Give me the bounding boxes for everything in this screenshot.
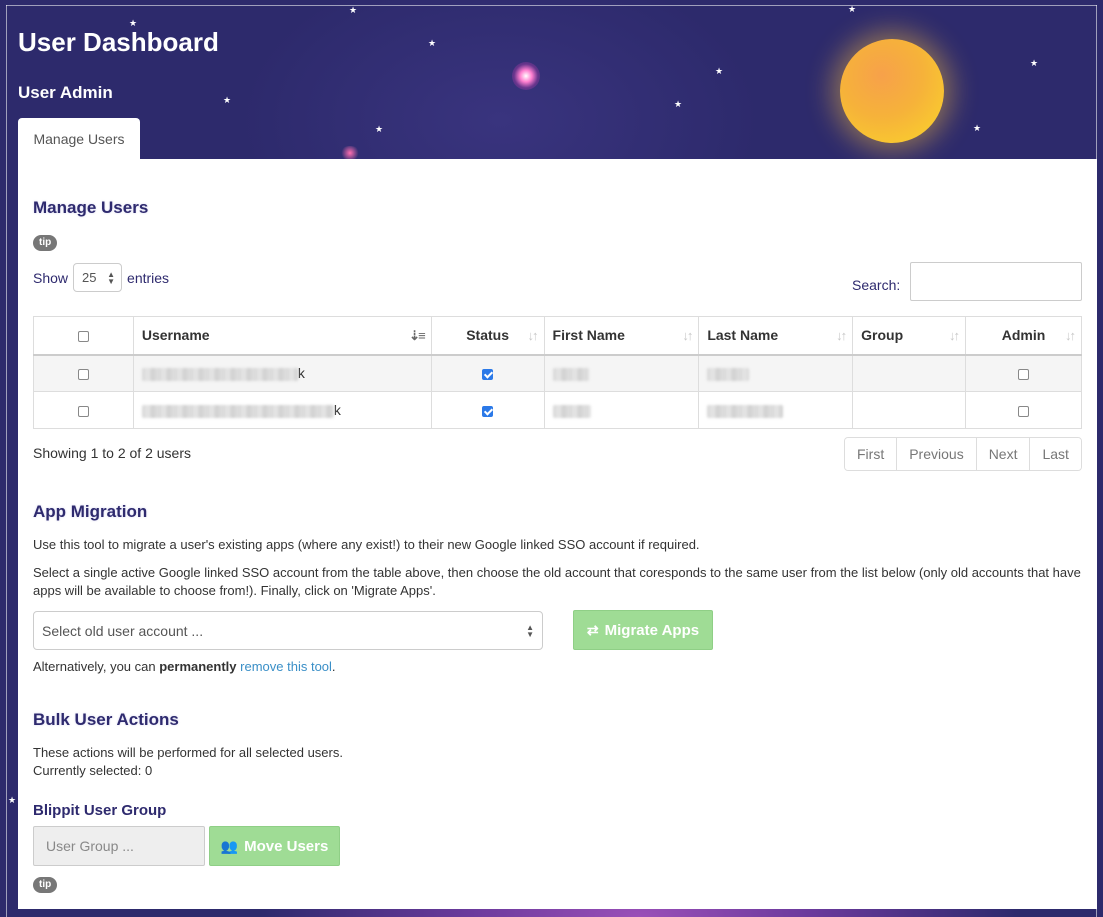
table-row[interactable]: k: [33, 391, 1082, 429]
manage-users-heading: Manage Users: [33, 198, 149, 217]
select-all-header: [33, 316, 134, 356]
column-header-status[interactable]: Status ↓↑: [430, 316, 545, 356]
app-migration-heading: App Migration: [33, 502, 148, 521]
redacted-text: [707, 368, 750, 382]
last-name-cell: [698, 354, 854, 392]
search-label: Search:: [852, 277, 901, 293]
pager-previous[interactable]: Previous: [897, 438, 977, 470]
tip-badge[interactable]: tip: [33, 877, 58, 893]
updown-arrows-icon: ▲ ▼: [107, 269, 116, 286]
star-icon: ★: [375, 124, 384, 134]
show-entries-control: Show 25 ▲ ▼ entries: [33, 263, 169, 292]
column-header-group[interactable]: Group ↓↑: [852, 316, 967, 356]
admin-checkbox[interactable]: [1018, 369, 1030, 381]
old-account-placeholder: Select old user account ...: [42, 622, 204, 639]
star-icon: ★: [848, 4, 857, 14]
column-header-username[interactable]: Username ⇣≡: [132, 316, 432, 356]
users-icon: 👥: [220, 837, 239, 854]
admin-cell: [965, 391, 1082, 429]
app-migration-description: Use this tool to migrate a user's existi…: [33, 537, 700, 552]
old-account-select[interactable]: Select old user account ... ▲ ▼: [33, 611, 543, 650]
sort-icon: ↓↑: [527, 328, 539, 343]
table-row[interactable]: k: [33, 354, 1082, 392]
column-header-admin[interactable]: Admin ↓↑: [965, 316, 1082, 356]
star-icon: ★: [674, 99, 683, 109]
entries-value: 25: [82, 270, 97, 285]
redacted-text: [552, 368, 589, 382]
select-all-checkbox[interactable]: [77, 331, 89, 343]
table-info: Showing 1 to 2 of 2 users: [33, 445, 191, 461]
entries-select[interactable]: 25 ▲ ▼: [73, 263, 123, 292]
pager-first[interactable]: First: [845, 438, 898, 470]
last-name-cell: [698, 391, 854, 429]
alternative-note: Alternatively, you can permanently remov…: [33, 659, 336, 674]
username-cell: k: [132, 391, 432, 429]
column-header-last-name[interactable]: Last Name ↓↑: [698, 316, 854, 356]
selected-count: Currently selected: 0: [33, 763, 153, 778]
column-header-first-name[interactable]: First Name ↓↑: [543, 316, 700, 356]
entries-label: entries: [127, 269, 170, 286]
star-icon: ★: [973, 123, 982, 133]
row-select-cell: [33, 391, 134, 429]
status-cell: [430, 354, 545, 392]
bulk-actions-heading: Bulk User Actions: [33, 710, 179, 729]
group-cell: [852, 391, 967, 429]
username-cell: k: [132, 354, 432, 392]
frame-top-line: [6, 5, 1097, 6]
first-name-cell: [543, 354, 700, 392]
sort-asc-icon: ⇣≡: [409, 328, 426, 343]
tab-manage-users[interactable]: Manage Users: [18, 118, 140, 160]
show-label: Show: [33, 269, 69, 286]
tip-badge[interactable]: tip: [33, 235, 58, 251]
user-group-input[interactable]: User Group ...: [33, 826, 205, 866]
star-icon: ★: [349, 5, 358, 15]
pager-next[interactable]: Next: [976, 438, 1031, 470]
star-icon: ★: [715, 66, 724, 76]
sort-icon: ↓↑: [682, 328, 693, 343]
updown-arrows-icon: ▲ ▼: [526, 622, 534, 639]
page-title: User Dashboard: [18, 27, 219, 57]
search-input[interactable]: [910, 262, 1082, 301]
bulk-actions-description: These actions will be performed for all …: [33, 745, 343, 760]
star-icon: ★: [223, 95, 232, 105]
admin-checkbox[interactable]: [1018, 405, 1030, 417]
row-select-checkbox[interactable]: [77, 369, 89, 381]
glowing-star-icon: [512, 62, 540, 90]
redacted-text: [552, 404, 591, 418]
sort-icon: ↓↑: [949, 328, 960, 343]
sort-icon: ↓↑: [836, 328, 847, 343]
first-name-cell: [543, 391, 700, 429]
row-select-cell: [33, 354, 134, 392]
row-select-checkbox[interactable]: [77, 405, 89, 417]
users-table: Username ⇣≡ Status ↓↑ First Name ↓↑ Last…: [33, 316, 1082, 429]
remove-tool-link[interactable]: remove this tool: [240, 659, 332, 674]
star-icon: ★: [428, 38, 437, 48]
glowing-star-icon: [340, 146, 360, 160]
status-checkbox[interactable]: [482, 369, 494, 381]
pagination: First Previous Next Last: [844, 437, 1082, 471]
swap-arrows-icon: ⇄: [586, 621, 599, 638]
group-cell: [852, 354, 967, 392]
status-cell: [430, 391, 545, 429]
redacted-text: [707, 404, 784, 418]
redacted-text: [141, 368, 298, 382]
app-migration-instructions: Select a single active Google linked SSO…: [33, 565, 1081, 598]
star-icon: ★: [1030, 58, 1039, 68]
status-checkbox[interactable]: [482, 405, 494, 417]
pager-last[interactable]: Last: [1030, 438, 1081, 470]
table-header-row: Username ⇣≡ Status ↓↑ First Name ↓↑ Last…: [33, 316, 1082, 356]
main-panel: Manage Users tip Show 25 ▲ ▼ entries Sear…: [18, 159, 1097, 909]
migrate-apps-button[interactable]: ⇄ Migrate Apps: [573, 610, 713, 650]
redacted-text: [141, 404, 334, 418]
moon-icon: [840, 39, 944, 143]
user-group-heading: Blippit User Group: [33, 802, 167, 819]
frame-left-line: [6, 5, 7, 917]
star-icon: ★: [8, 795, 17, 805]
page-subtitle: User Admin: [18, 83, 113, 102]
move-users-button[interactable]: 👥 Move Users: [209, 826, 340, 866]
admin-cell: [965, 354, 1082, 392]
sort-icon: ↓↑: [1065, 328, 1076, 343]
